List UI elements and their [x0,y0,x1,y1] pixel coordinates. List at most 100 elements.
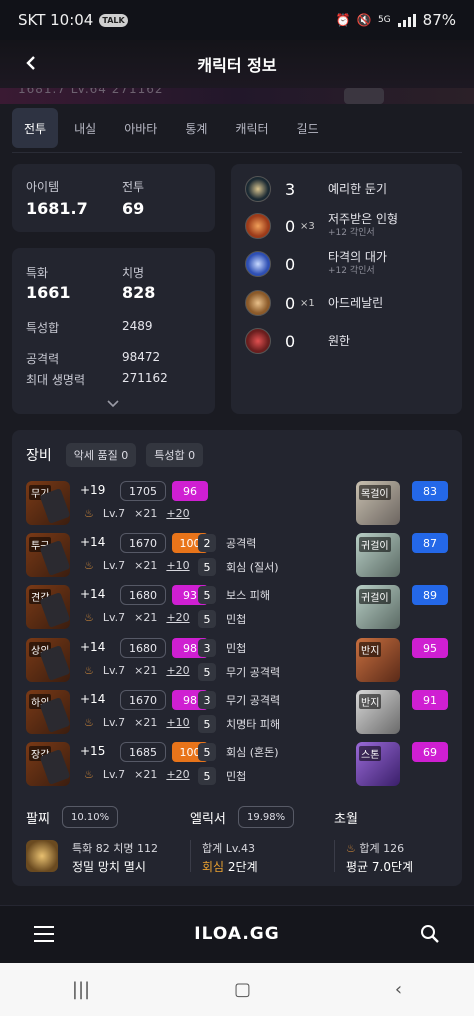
effect-level: 3 [198,639,216,657]
expand-chevron-icon[interactable] [107,393,119,412]
bracelet-effects: 정밀 망치 멸시 [72,860,146,874]
app-header: 캐릭터 정보 [0,40,474,88]
engraving-level: 0 [285,331,296,351]
transcend-label: 초월 [334,812,358,827]
engraving-title: 타격의 대가 [328,250,388,264]
elixir-effect-name: 회심 [202,860,225,874]
bracelet-icon[interactable] [26,840,58,872]
engraving-level: 0 [285,216,296,236]
engraving-row[interactable]: 0 원한 [245,328,350,354]
bracelet-percent: 10.10% [62,806,119,828]
character-banner: 1681.7 LV.64 271162 [0,88,474,104]
earring-icon: 귀걸이 [356,585,400,629]
accessory-quality-badge: 83 [412,481,448,501]
gear-sub-info: ♨ Lv.7 ×21 +20 [84,664,190,677]
effect-name: 민첩 [226,642,247,655]
equipment-title: 장비 [26,448,52,464]
engraving-row[interactable]: 0 ×1 아드레날린 [245,290,383,316]
gear-tripod-level: Lv.7 [102,611,126,624]
gear-honing: +14 [80,535,106,549]
gear-sub-info: ♨ Lv.7 ×21 +20 [84,768,190,781]
engraving-row[interactable]: 0 ×3 저주받은 인형 +12 각인서 [245,212,398,240]
shoulder-icon: 견갑 [26,585,70,629]
gear-multiplier: ×21 [134,507,158,520]
crit-label: 치명 [122,266,145,280]
gear-item-level: 1680 [120,638,166,658]
effect-name: 회심 (질서) [226,561,279,574]
stone-icon: 스톤 [356,742,400,786]
tab-character[interactable]: 캐릭터 [223,108,280,148]
gear-multiplier: ×21 [134,611,158,624]
flame-icon: ♨ [84,507,94,520]
accessory-earring-2[interactable]: 귀걸이 89 [356,585,448,633]
accessory-name: 반지 [359,642,382,657]
accessory-quality-badge: 69 [412,742,448,762]
accessory-name: 반지 [359,694,382,709]
engraving-name: 원한 [328,334,350,348]
effect-level: 5 [198,558,216,576]
battle-level-value: 69 [122,199,145,218]
gear-honing: +19 [80,483,106,497]
gear-advanced-honing: +10 [166,716,190,729]
accessory-quality-badge: 91 [412,690,448,710]
recents-icon[interactable]: ||| [72,979,90,1000]
accessory-name: 귀걸이 [359,589,391,604]
ring-icon: 반지 [356,638,400,682]
tab-bar: 전투 내실 아바타 통계 캐릭터 길드 [12,108,331,148]
engraving-book: +12 각인서 [328,228,375,238]
accessory-ring-1[interactable]: 반지 95 [356,638,448,686]
engraving-level: 0 [285,293,296,313]
engraving-row[interactable]: 3 예리한 둔기 [245,176,387,202]
engravings-card: 3 예리한 둔기 0 ×3 저주받은 인형 +12 각인서 0 타격의 대가 +12… [231,164,462,414]
accessory-earring-1[interactable]: 귀걸이 87 [356,533,448,581]
effect-level: 5 [198,610,216,628]
effect-name: 민첩 [226,613,247,626]
stat-total-pill[interactable]: 특성합 0 [146,443,204,467]
engraving-name: 아드레날린 [328,296,383,310]
tab-combat[interactable]: 전투 [12,108,59,148]
necklace-icon: 목걸이 [356,481,400,525]
accessory-stone[interactable]: 스톤 69 [356,742,448,790]
gear-tripod-level: Lv.7 [102,559,126,572]
transcend-total: ♨ 합계 126 [346,840,404,856]
flame-icon: ♨ [84,664,94,677]
home-icon[interactable]: ▢ [234,979,251,1000]
gear-sub-info: ♨ Lv.7 ×21 +10 [84,716,190,729]
tab-stats[interactable]: 통계 [173,108,219,148]
back-nav-icon[interactable]: ‹ [395,979,402,1000]
gear-multiplier: ×21 [134,768,158,781]
gear-advanced-honing: +20 [166,507,190,520]
tab-guild[interactable]: 길드 [285,108,331,148]
site-logo[interactable]: ILOA.GG [0,924,474,944]
search-icon[interactable] [420,924,440,944]
gear-item-level: 1685 [120,742,166,762]
tab-avatar[interactable]: 아바타 [112,108,169,148]
effect-level: 3 [198,691,216,709]
back-button[interactable] [18,50,44,76]
engraving-book: +12 각인서 [328,266,375,276]
engraving-title: 원한 [328,334,351,348]
engraving-icon [245,328,271,354]
accessory-ring-2[interactable]: 반지 91 [356,690,448,738]
transcend-average: 평균 7.0단계 [346,860,414,874]
gear-tripod-level: Lv.7 [102,716,126,729]
elixir-effect: 회심 2단계 [202,858,258,875]
effect-name: 민첩 [226,770,247,783]
mute-icon: 🔇 [356,13,372,27]
elixir-total: 합계 Lv.43 [202,842,256,855]
gloves-icon: 장갑 [26,742,70,786]
engraving-row[interactable]: 0 타격의 대가 +12 각인서 [245,250,387,278]
elixir-effect-level: 2단계 [227,860,258,874]
gear-item-level: 1705 [120,481,166,501]
earring-icon: 귀걸이 [356,533,400,577]
alarm-icon: ⏰ [335,13,351,27]
accessory-quality-pill[interactable]: 악세 품질 0 [65,443,137,467]
engraving-title: 저주받은 인형 [328,212,399,226]
accessory-quality-badge: 95 [412,638,448,658]
system-navigation: ||| ▢ ‹ [0,963,474,1016]
effect-level: 2 [198,534,216,552]
accessory-necklace[interactable]: 목걸이 83 [356,481,448,529]
talk-notification-icon: TALK [99,13,128,27]
network-type: 5G [377,15,391,25]
tab-roster[interactable]: 내실 [62,108,108,148]
